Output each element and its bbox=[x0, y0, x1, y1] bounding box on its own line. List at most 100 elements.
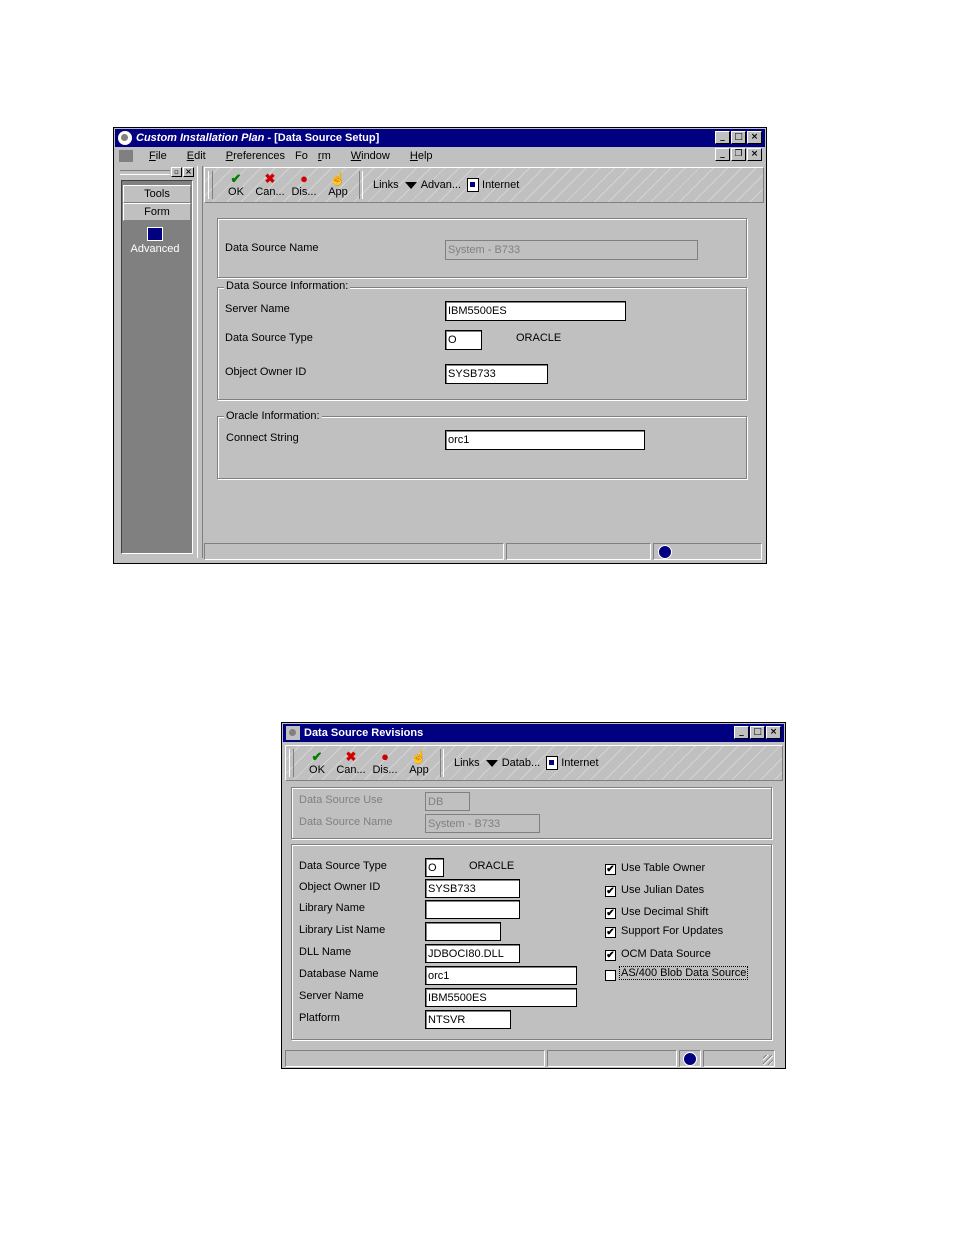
menu-preferences[interactable]: Preferences bbox=[216, 150, 285, 162]
database-name-input[interactable]: orc1 bbox=[425, 966, 577, 985]
data-source-name-field: System - B733 bbox=[425, 814, 540, 833]
advanced-icon bbox=[147, 227, 163, 241]
status-panel-2 bbox=[505, 543, 651, 560]
error-flag-icon: ● bbox=[300, 171, 308, 186]
connect-string-label: Connect String bbox=[226, 432, 299, 444]
links-menu[interactable]: Links bbox=[454, 757, 480, 769]
use-julian-dates-checkbox[interactable]: ✔ bbox=[605, 886, 616, 897]
form-area: Data Source Name System - B733 Data Sour… bbox=[204, 204, 762, 542]
as400-blob-data-source-label[interactable]: AS/400 Blob Data Source bbox=[618, 966, 749, 980]
object-owner-input[interactable]: SYSB733 bbox=[425, 879, 520, 898]
platform-input[interactable]: NTSVR bbox=[425, 1010, 511, 1029]
ocm-data-source-label[interactable]: OCM Data Source bbox=[621, 948, 711, 960]
data-source-name-field: System - B733 bbox=[445, 240, 698, 260]
display-errors-button[interactable]: ● Dis... bbox=[368, 750, 402, 777]
use-table-owner-label[interactable]: Use Table Owner bbox=[621, 862, 705, 874]
sidebar-advanced-item[interactable]: Advanced bbox=[122, 227, 188, 255]
document-menu-icon[interactable] bbox=[119, 149, 133, 162]
dropdown-arrow-icon bbox=[485, 759, 498, 767]
data-source-type-input[interactable]: O bbox=[425, 858, 444, 877]
toolbar: ✔ OK ✖ Can... ● Dis... ☝ App Links Advan... … bbox=[204, 167, 764, 203]
menu-form[interactable]: Fo rm bbox=[295, 150, 331, 162]
library-name-input[interactable] bbox=[425, 900, 520, 919]
use-julian-dates-label[interactable]: Use Julian Dates bbox=[621, 884, 704, 896]
server-name-input[interactable]: IBM5500ES bbox=[425, 988, 577, 1007]
display-errors-button[interactable]: ● Dis... bbox=[287, 171, 321, 199]
minimize-button[interactable]: _ bbox=[734, 726, 749, 739]
use-decimal-shift-checkbox[interactable]: ✔ bbox=[605, 908, 616, 919]
data-source-name-label: Data Source Name bbox=[299, 816, 393, 828]
ocm-data-source-checkbox[interactable]: ✔ bbox=[605, 950, 616, 961]
ok-button[interactable]: ✔ OK bbox=[219, 172, 253, 199]
dll-name-label: DLL Name bbox=[299, 946, 352, 958]
sidebar-grip[interactable] bbox=[120, 170, 170, 175]
links-menu[interactable]: Links bbox=[373, 179, 399, 191]
database-menu[interactable]: Datab... bbox=[485, 757, 540, 769]
object-owner-input[interactable]: SYSB733 bbox=[445, 364, 548, 384]
app-globe-icon bbox=[118, 131, 132, 145]
data-source-type-input[interactable]: O bbox=[445, 330, 482, 350]
app-button[interactable]: ☝ App bbox=[321, 171, 355, 199]
window-title-bar: Data Source Revisions _ □ × bbox=[283, 724, 784, 742]
minimize-button[interactable]: _ bbox=[715, 131, 730, 144]
use-table-owner-checkbox[interactable]: ✔ bbox=[605, 864, 616, 875]
cancel-button[interactable]: ✖ Can... bbox=[334, 749, 368, 777]
app-button[interactable]: ☝ App bbox=[402, 750, 436, 777]
data-source-type-desc: ORACLE bbox=[469, 860, 515, 872]
toolbar-grip[interactable] bbox=[289, 749, 294, 777]
object-owner-label: Object Owner ID bbox=[299, 881, 381, 893]
splitter[interactable] bbox=[197, 166, 203, 558]
close-button[interactable]: × bbox=[747, 131, 762, 144]
toolbar-separator bbox=[440, 749, 444, 777]
menu-edit[interactable]: Edit bbox=[177, 150, 206, 162]
maximize-button[interactable]: □ bbox=[750, 726, 765, 739]
internet-button[interactable]: Internet bbox=[467, 178, 519, 192]
window-title-bar: Custom Installation Plan - [Data Source … bbox=[115, 129, 765, 147]
doc-minimize-button[interactable]: _ bbox=[715, 148, 730, 161]
connect-string-input[interactable]: orc1 bbox=[445, 430, 645, 450]
menu-file[interactable]: File bbox=[139, 150, 167, 162]
status-bar bbox=[285, 1050, 785, 1067]
close-button[interactable]: × bbox=[766, 726, 781, 739]
toolbar-grip[interactable] bbox=[208, 171, 213, 199]
menu-bar: File Edit Preferences Fo rm Window Help _… bbox=[115, 147, 765, 164]
internet-icon bbox=[546, 756, 559, 770]
status-panel-2 bbox=[547, 1050, 677, 1067]
internet-button[interactable]: Internet bbox=[546, 756, 599, 770]
menu-help[interactable]: Help bbox=[400, 150, 433, 162]
menu-window[interactable]: Window bbox=[341, 150, 390, 162]
maximize-button[interactable]: □ bbox=[731, 131, 746, 144]
support-for-updates-checkbox[interactable]: ✔ bbox=[605, 927, 616, 938]
advanced-menu[interactable]: Advan... bbox=[404, 179, 461, 191]
checkmark-icon: ✔ bbox=[311, 749, 323, 764]
library-name-label: Library Name bbox=[299, 902, 366, 914]
sidebar-close-button[interactable]: × bbox=[183, 167, 194, 177]
sidebar-form-tab[interactable]: Form bbox=[123, 203, 191, 221]
data-source-type-label: Data Source Type bbox=[299, 860, 387, 872]
globe-icon bbox=[657, 545, 672, 559]
resize-grip-icon[interactable] bbox=[763, 1055, 773, 1065]
dll-name-input[interactable]: JDBOCI80.DLL bbox=[425, 944, 520, 963]
platform-label: Platform bbox=[299, 1012, 340, 1024]
sidebar-float-button[interactable]: ▫ bbox=[171, 167, 182, 177]
cancel-button[interactable]: ✖ Can... bbox=[253, 172, 287, 199]
ok-button[interactable]: ✔ OK bbox=[300, 749, 334, 777]
dropdown-arrow-icon bbox=[404, 181, 417, 189]
support-for-updates-label[interactable]: Support For Updates bbox=[621, 925, 723, 937]
as400-blob-data-source-checkbox[interactable] bbox=[605, 970, 616, 981]
sidebar-tools-tab[interactable]: Tools bbox=[123, 185, 191, 203]
doc-restore-button[interactable]: ❐ bbox=[731, 148, 746, 161]
sidebar-panel: Tools Form Advanced bbox=[121, 180, 193, 554]
database-name-label: Database Name bbox=[299, 968, 379, 980]
x-icon: ✖ bbox=[345, 749, 357, 764]
toolbar: ✔ OK ✖ Can... ● Dis... ☝ App Links Datab... … bbox=[285, 745, 783, 781]
internet-icon bbox=[467, 178, 480, 192]
status-panel-3 bbox=[679, 1050, 701, 1067]
app-icon: ☝ bbox=[329, 171, 347, 186]
doc-close-button[interactable]: × bbox=[747, 148, 762, 161]
status-panel-3 bbox=[652, 543, 762, 560]
library-list-name-input[interactable] bbox=[425, 922, 501, 941]
use-decimal-shift-label[interactable]: Use Decimal Shift bbox=[621, 906, 708, 918]
server-name-input[interactable]: IBM5500ES bbox=[445, 301, 626, 321]
toolbar-separator bbox=[359, 171, 363, 199]
